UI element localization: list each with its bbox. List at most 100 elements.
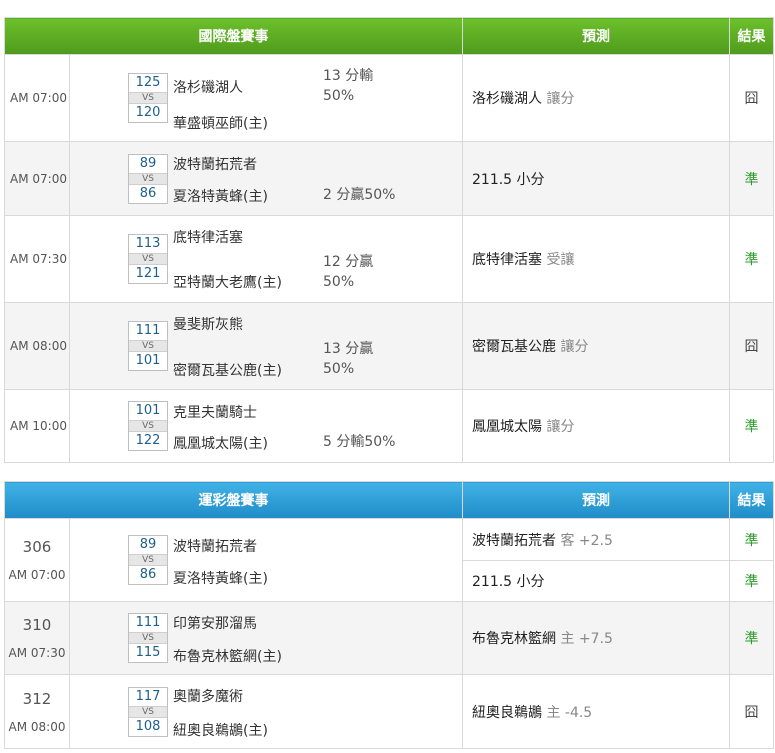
game-row: AM 07:00 125 VS 120 洛杉磯湖人 華盛頓巫師(主) 13 分輸… (4, 54, 774, 142)
scoreboard: 89 VS 86 (128, 535, 168, 585)
scoreboard: 111 VS 115 (128, 613, 168, 663)
away-score: 117 (135, 688, 161, 704)
prediction: 紐奧良鵜鶘 主 -4.5 (462, 674, 730, 749)
game-time: AM 07:00 (4, 141, 70, 216)
prediction: 布魯克林籃網 主 +7.5 (462, 601, 730, 675)
matchup: 111 VS 101 曼斐斯灰熊 密爾瓦基公鹿(主) 13 分贏 50% (69, 302, 463, 390)
prediction-pick: 鳳凰城太陽 (472, 419, 542, 435)
game-time-cell: 312 AM 08:00 (4, 674, 70, 749)
odds-result: 13 分輸 50% (323, 66, 373, 106)
prediction-type: 主 -4.5 (546, 704, 593, 721)
away-team: 奧蘭多魔術 (173, 689, 243, 705)
result-mark: 準 (729, 215, 774, 303)
prediction: 底特律活塞 受讓 (462, 215, 730, 303)
away-team: 底特律活塞 (173, 230, 243, 246)
odds-line: 50% (323, 274, 355, 290)
game-row: AM 07:30 113 VS 121 底特律活塞 亞特蘭大老鷹(主) 12 分… (4, 215, 774, 303)
result-mark: 準 (729, 560, 774, 602)
game-row: 310 AM 07:30 111 VS 115 印第安那溜馬 布魯克林籃網(主)… (4, 601, 774, 675)
vs-label: VS (129, 340, 167, 352)
prediction-pick: 布魯克林籃網 (472, 631, 556, 647)
prediction-type: 讓分 (546, 91, 575, 107)
away-team: 波特蘭拓荒者 (173, 539, 257, 555)
scoreboard: 101 VS 122 (128, 401, 168, 451)
odds-line: 50% (323, 361, 355, 377)
odds-line: 13 分輸 (323, 68, 374, 84)
home-team: 華盛頓巫師(主) (173, 116, 268, 132)
home-score: 108 (135, 718, 161, 734)
prediction-pick: 密爾瓦基公鹿 (472, 339, 556, 355)
home-team: 紐奧良鵜鶘(主) (173, 723, 268, 739)
result-header: 結果 (729, 481, 774, 519)
home-team: 鳳凰城太陽(主) (173, 436, 268, 452)
vs-label: VS (129, 172, 167, 185)
home-score: 101 (135, 353, 161, 368)
prediction-type: 讓分 (546, 419, 575, 435)
matchup: 117 VS 108 奧蘭多魔術 紐奧良鵜鶘(主) (69, 674, 463, 749)
scoreboard: 117 VS 108 (128, 686, 168, 737)
result-header: 結果 (729, 17, 774, 55)
result-mark: 準 (729, 141, 774, 216)
prediction: 波特蘭拓荒者 客 +2.5 (462, 518, 730, 561)
prediction: 211.5 小分 (462, 141, 730, 216)
matchup: 111 VS 115 印第安那溜馬 布魯克林籃網(主) (69, 601, 463, 675)
odds-line: 50% (323, 88, 355, 104)
away-team: 波特蘭拓荒者 (173, 157, 257, 173)
vs-label: VS (129, 253, 167, 265)
vs-label: VS (129, 420, 167, 432)
home-score: 121 (135, 266, 161, 281)
matchup: 89 VS 86 波特蘭拓荒者 夏洛特黃蜂(主) 2 分贏50% (69, 141, 463, 216)
game-time: AM 10:00 (4, 389, 70, 463)
game-row: AM 07:00 89 VS 86 波特蘭拓荒者 夏洛特黃蜂(主) 2 分贏50… (4, 141, 774, 216)
result-mark: 囧 (729, 302, 774, 390)
table-header: 國際盤賽事 預測 結果 (4, 17, 774, 55)
home-team: 夏洛特黃蜂(主) (173, 189, 268, 205)
away-score: 111 (135, 615, 161, 630)
prediction-type: 客 +2.5 (560, 532, 613, 549)
home-team: 夏洛特黃蜂(主) (173, 571, 268, 587)
game-time: AM 07:00 (4, 54, 70, 142)
prediction: 洛杉磯湖人 讓分 (462, 54, 730, 142)
game-time: AM 07:30 (4, 215, 70, 303)
game-row: 312 AM 08:00 117 VS 108 奧蘭多魔術 紐奧良鵜鶘(主) 紐… (4, 674, 774, 749)
prediction-header: 預測 (462, 481, 730, 519)
matchup: 101 VS 122 克里夫蘭騎士 鳳凰城太陽(主) 5 分輸50% (69, 389, 463, 463)
home-score: 122 (135, 433, 161, 448)
table-header: 運彩盤賽事 預測 結果 (4, 481, 774, 519)
home-score: 120 (135, 105, 161, 120)
prediction: 鳳凰城太陽 讓分 (462, 389, 730, 463)
result-mark: 囧 (729, 54, 774, 142)
game-row: 306 AM 07:00 89 VS 86 波特蘭拓荒者 夏洛特黃蜂(主) 波特… (4, 518, 774, 602)
odds-line: 2 分贏50% (323, 187, 396, 203)
away-team: 洛杉磯湖人 (173, 80, 243, 96)
prediction-pick: 洛杉磯湖人 (472, 91, 542, 107)
scoreboard: 111 VS 101 (128, 321, 168, 371)
away-score: 111 (135, 323, 161, 338)
odds-result: 12 分贏 50% (323, 252, 373, 292)
odds-result: 2 分贏50% (323, 185, 395, 205)
prediction-pick: 波特蘭拓荒者 (472, 532, 556, 549)
scoreboard: 89 VS 86 (128, 153, 168, 204)
game-row: AM 08:00 111 VS 101 曼斐斯灰熊 密爾瓦基公鹿(主) 13 分… (4, 302, 774, 390)
away-team: 曼斐斯灰熊 (173, 317, 243, 333)
home-team: 亞特蘭大老鷹(主) (173, 275, 282, 291)
odds-line: 5 分輸50% (323, 434, 396, 450)
result-mark: 準 (729, 601, 774, 675)
home-score: 86 (139, 185, 157, 201)
scoreboard: 125 VS 120 (128, 73, 168, 123)
vs-label: VS (129, 92, 167, 104)
away-team: 克里夫蘭騎士 (173, 405, 257, 421)
prediction: 密爾瓦基公鹿 讓分 (462, 302, 730, 390)
prediction-pick: 211.5 小分 (472, 574, 545, 590)
matchup: 89 VS 86 波特蘭拓荒者 夏洛特黃蜂(主) (69, 518, 463, 602)
game-time-cell: 306 AM 07:00 (4, 518, 70, 602)
odds-result: 13 分贏 50% (323, 339, 373, 379)
away-score: 125 (135, 75, 161, 90)
vs-label: VS (129, 705, 167, 718)
odds-line: 12 分贏 (323, 254, 374, 270)
section-title: 運彩盤賽事 (4, 481, 463, 519)
result-mark: 準 (729, 518, 774, 561)
prediction-type: 讓分 (560, 339, 589, 355)
odds-result: 5 分輸50% (323, 432, 395, 452)
matchup: 125 VS 120 洛杉磯湖人 華盛頓巫師(主) 13 分輸 50% (69, 54, 463, 142)
